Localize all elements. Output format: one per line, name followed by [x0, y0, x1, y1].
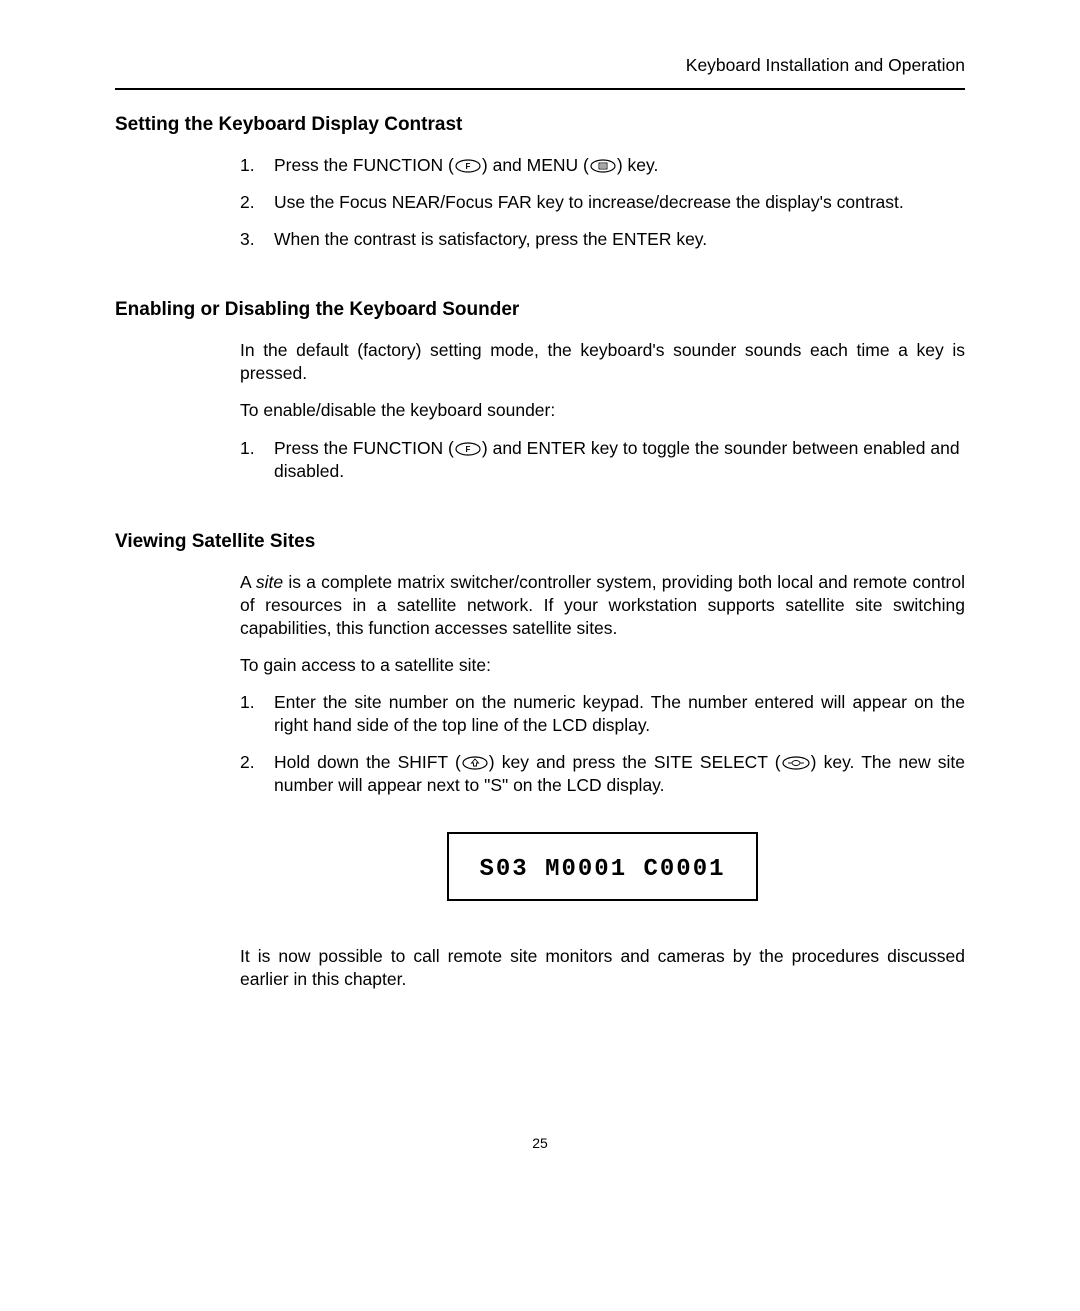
shift-key-icon — [462, 756, 488, 770]
paragraph: A site is a complete matrix switcher/con… — [240, 571, 965, 640]
section-satellite: Viewing Satellite Sites A site is a comp… — [115, 531, 965, 991]
list-item: Press the FUNCTION (F) and ENTER key to … — [240, 437, 965, 483]
site-select-key-icon — [782, 756, 810, 770]
step-text: Press the FUNCTION ( — [274, 155, 454, 175]
step-text: Hold down the SHIFT ( — [274, 752, 461, 772]
svg-text:F: F — [465, 162, 470, 171]
list-item: Hold down the SHIFT ( ) key and press the… — [240, 751, 965, 797]
svg-text:F: F — [465, 445, 470, 454]
function-key-icon: F — [455, 159, 481, 173]
list-item: Enter the site number on the numeric key… — [240, 691, 965, 737]
list-item: Press the FUNCTION ( F ) and MENU ( ) key. — [240, 154, 965, 177]
list-item: When the contrast is satisfactory, press… — [240, 228, 965, 251]
paragraph: It is now possible to call remote site m… — [240, 945, 965, 991]
text: is a complete matrix switcher/controller… — [240, 572, 965, 638]
term-site: site — [256, 572, 283, 592]
page-number: 25 — [0, 1135, 1080, 1151]
paragraph: To enable/disable the keyboard sounder: — [240, 399, 965, 422]
paragraph: In the default (factory) setting mode, t… — [240, 339, 965, 385]
heading-satellite: Viewing Satellite Sites — [115, 531, 965, 553]
list-item: Use the Focus NEAR/Focus FAR key to incr… — [240, 191, 965, 214]
function-key-icon: F — [455, 442, 481, 456]
paragraph: To gain access to a satellite site: — [240, 654, 965, 677]
step-text: ) key. — [617, 155, 659, 175]
section-contrast: Setting the Keyboard Display Contrast Pr… — [115, 114, 965, 251]
heading-sounder: Enabling or Disabling the Keyboard Sound… — [115, 299, 965, 321]
step-text: ) key and press the SITE SELECT ( — [489, 752, 781, 772]
step-text: Press the FUNCTION ( — [274, 438, 454, 458]
text: A — [240, 572, 256, 592]
lcd-display: S03 M0001 C0001 — [447, 832, 757, 901]
section-sounder: Enabling or Disabling the Keyboard Sound… — [115, 299, 965, 482]
heading-contrast: Setting the Keyboard Display Contrast — [115, 114, 965, 136]
running-header: Keyboard Installation and Operation — [115, 55, 965, 90]
menu-key-icon — [590, 159, 616, 173]
step-text: ) and MENU ( — [482, 155, 589, 175]
